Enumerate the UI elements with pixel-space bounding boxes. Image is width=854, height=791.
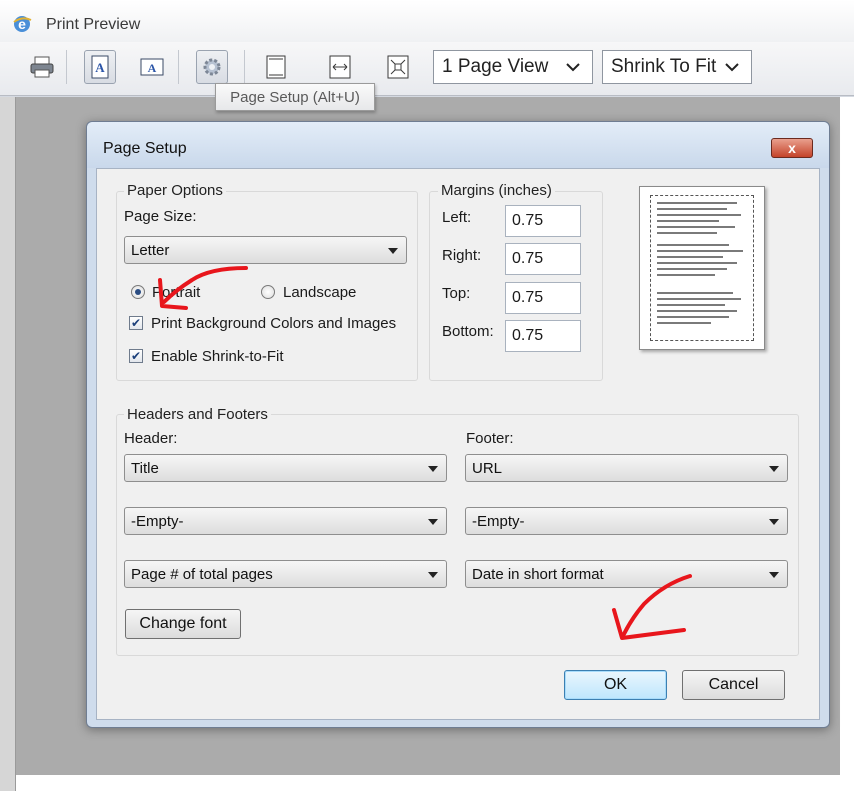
turn-headers-footers-button[interactable] bbox=[260, 50, 292, 84]
top-margin-label: Top: bbox=[442, 285, 471, 302]
ie-icon: e bbox=[12, 14, 32, 34]
printer-icon bbox=[29, 55, 55, 79]
page-setup-tooltip: Page Setup (Alt+U) bbox=[215, 83, 375, 111]
header-select-3[interactable]: Page # of total pages bbox=[124, 560, 447, 588]
right-margin-input[interactable]: 0.75 bbox=[505, 243, 581, 275]
landscape-label[interactable]: Landscape bbox=[283, 284, 356, 301]
header-label: Header: bbox=[124, 430, 178, 447]
dialog-title: Page Setup bbox=[103, 140, 187, 157]
header-3-value: Page # of total pages bbox=[131, 565, 273, 583]
checkmark-icon: ✔ bbox=[130, 316, 142, 330]
change-font-button[interactable]: Change font bbox=[125, 609, 241, 639]
annotation-arrow-icon bbox=[150, 262, 250, 318]
dropdown-arrow-icon bbox=[428, 572, 438, 578]
portrait-radio[interactable] bbox=[131, 285, 145, 299]
page-size-select[interactable]: Letter bbox=[124, 236, 407, 264]
landscape-button[interactable]: A bbox=[136, 50, 168, 84]
paper-options-legend: Paper Options bbox=[124, 182, 226, 199]
shrink-to-fit-value: Shrink To Fit bbox=[611, 56, 717, 77]
close-icon: x bbox=[788, 140, 796, 156]
headers-footers-legend: Headers and Footers bbox=[124, 406, 271, 423]
page-size-label: Page Size: bbox=[124, 208, 197, 225]
footer-2-value: -Empty- bbox=[472, 512, 525, 530]
ok-button[interactable]: OK bbox=[564, 670, 667, 700]
bottom-border bbox=[16, 775, 840, 791]
annotation-arrow-icon bbox=[604, 570, 694, 646]
window-title: Print Preview bbox=[46, 16, 141, 33]
dropdown-arrow-icon bbox=[428, 466, 438, 472]
print-button[interactable] bbox=[26, 50, 58, 84]
page-setup-button[interactable] bbox=[196, 50, 228, 84]
fit-width-icon bbox=[328, 55, 352, 79]
preview-margin-outline bbox=[650, 195, 754, 341]
top-margin-value: 0.75 bbox=[512, 289, 544, 306]
left-margin-input[interactable]: 0.75 bbox=[505, 205, 581, 237]
left-border bbox=[0, 97, 16, 791]
chevron-down-icon bbox=[723, 58, 741, 76]
checkmark-icon: ✔ bbox=[130, 349, 142, 363]
dialog-titlebar bbox=[87, 122, 829, 168]
top-margin-input[interactable]: 0.75 bbox=[505, 282, 581, 314]
dropdown-arrow-icon bbox=[769, 519, 779, 525]
portrait-page-icon: A bbox=[90, 55, 110, 79]
toolbar-separator bbox=[66, 50, 67, 84]
right-margin-value: 0.75 bbox=[512, 250, 544, 267]
header-select-2[interactable]: -Empty- bbox=[124, 507, 447, 535]
bottom-margin-label: Bottom: bbox=[442, 323, 494, 340]
shrink-to-fit-label[interactable]: Enable Shrink-to-Fit bbox=[151, 348, 284, 365]
margins-legend: Margins (inches) bbox=[438, 182, 555, 199]
full-page-button[interactable] bbox=[382, 50, 414, 84]
dropdown-arrow-icon bbox=[769, 572, 779, 578]
portrait-button[interactable]: A bbox=[84, 50, 116, 84]
right-margin-label: Right: bbox=[442, 247, 482, 264]
page-size-value: Letter bbox=[131, 241, 170, 259]
dropdown-arrow-icon bbox=[769, 466, 779, 472]
dropdown-arrow-icon bbox=[388, 248, 398, 254]
cancel-button[interactable]: Cancel bbox=[682, 670, 785, 700]
right-border bbox=[840, 97, 854, 791]
header-select-1[interactable]: Title bbox=[124, 454, 447, 482]
fit-page-icon bbox=[386, 55, 410, 79]
footer-select-2[interactable]: -Empty- bbox=[465, 507, 788, 535]
header-footer-icon bbox=[265, 55, 287, 79]
landscape-page-icon: A bbox=[140, 57, 164, 77]
svg-text:A: A bbox=[95, 60, 105, 75]
footer-select-1[interactable]: URL bbox=[465, 454, 788, 482]
footer-3-value: Date in short format bbox=[472, 565, 604, 583]
bottom-margin-input[interactable]: 0.75 bbox=[505, 320, 581, 352]
toolbar-separator bbox=[244, 50, 245, 84]
toolbar-separator bbox=[178, 50, 179, 84]
dropdown-arrow-icon bbox=[428, 519, 438, 525]
footer-label: Footer: bbox=[466, 430, 514, 447]
footer-1-value: URL bbox=[472, 459, 503, 477]
header-1-value: Title bbox=[131, 459, 159, 477]
close-button[interactable]: x bbox=[771, 138, 813, 158]
print-background-checkbox[interactable]: ✔ bbox=[129, 316, 143, 330]
full-width-button[interactable] bbox=[324, 50, 356, 84]
shrink-to-fit-select[interactable]: Shrink To Fit bbox=[602, 50, 752, 84]
gear-icon bbox=[201, 56, 223, 78]
left-margin-value: 0.75 bbox=[512, 212, 544, 229]
chevron-down-icon bbox=[564, 58, 582, 76]
header-2-value: -Empty- bbox=[131, 512, 184, 530]
bottom-margin-value: 0.75 bbox=[512, 327, 544, 344]
page-view-select[interactable]: 1 Page View bbox=[433, 50, 593, 84]
svg-text:A: A bbox=[148, 61, 157, 75]
page-view-value: 1 Page View bbox=[442, 56, 549, 77]
left-margin-label: Left: bbox=[442, 209, 472, 226]
shrink-to-fit-checkbox[interactable]: ✔ bbox=[129, 349, 143, 363]
landscape-radio[interactable] bbox=[261, 285, 275, 299]
